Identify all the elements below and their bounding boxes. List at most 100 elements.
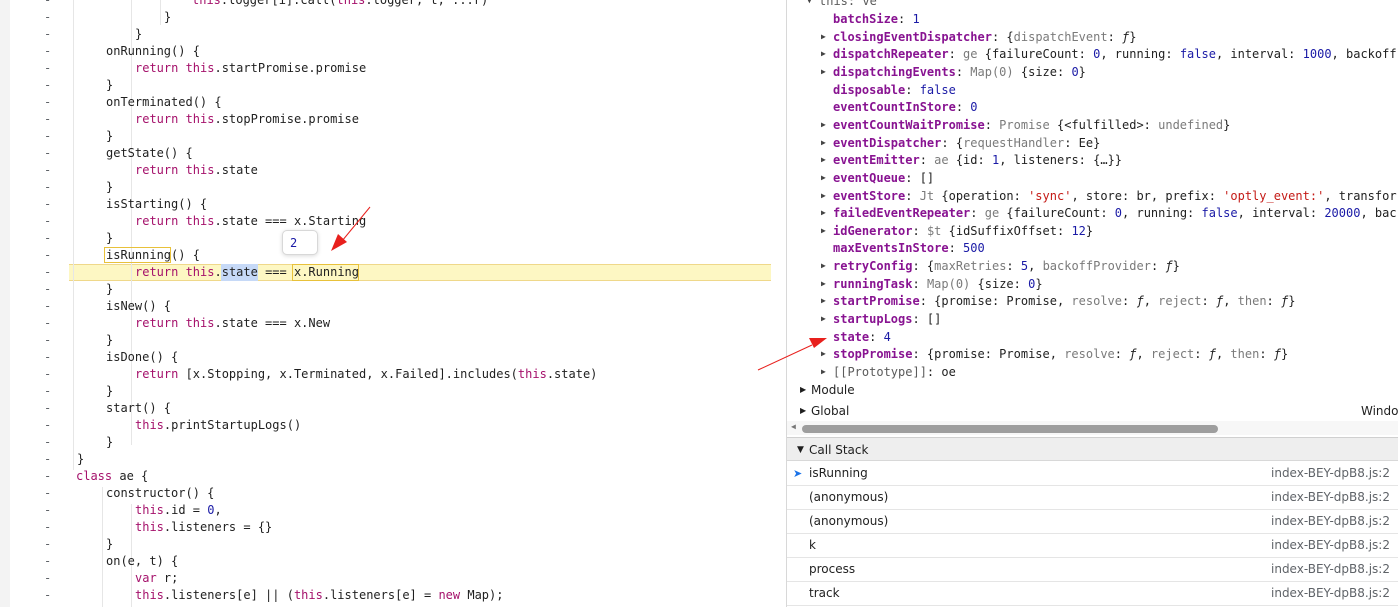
code-line[interactable]: - isDone() { bbox=[0, 349, 771, 366]
code-line[interactable]: -} bbox=[0, 332, 771, 349]
frame-location-link[interactable]: index-BEY-dpB8.js:2 bbox=[1271, 558, 1390, 581]
line-gutter-mark[interactable]: - bbox=[44, 0, 51, 9]
line-gutter-mark[interactable]: - bbox=[44, 570, 51, 587]
code-line[interactable]: - onRunning() { bbox=[0, 43, 771, 60]
call-stack-frame[interactable]: track index-BEY-dpB8.js:2 bbox=[787, 582, 1398, 606]
call-stack-frame[interactable]: ➤ isRunning index-BEY-dpB8.js:2 bbox=[787, 462, 1398, 486]
code-line[interactable]: -} bbox=[0, 128, 771, 145]
triangle-right-icon[interactable]: ▶ bbox=[821, 204, 826, 222]
code-line[interactable]: - this.logger[i].call(this.logger, t, ...… bbox=[0, 0, 771, 9]
line-gutter-mark[interactable]: - bbox=[44, 349, 51, 366]
code-line[interactable]: - return this.startPromise.promise bbox=[0, 60, 771, 77]
code-line[interactable]: - var r; bbox=[0, 570, 771, 587]
triangle-right-icon[interactable]: ▶ bbox=[821, 187, 826, 205]
code-line[interactable]: - return this.stopPromise.promise bbox=[0, 111, 771, 128]
line-gutter-mark[interactable]: - bbox=[44, 264, 51, 281]
triangle-right-icon[interactable]: ▶ bbox=[821, 63, 826, 81]
line-gutter-mark[interactable]: - bbox=[44, 587, 51, 604]
triangle-right-icon[interactable]: ▶ bbox=[821, 275, 826, 293]
code-line[interactable]: -} bbox=[0, 26, 771, 43]
frame-location-link[interactable]: index-BEY-dpB8.js:2 bbox=[1271, 510, 1390, 533]
call-stack-frame[interactable]: process index-BEY-dpB8.js:2 bbox=[787, 558, 1398, 582]
triangle-right-icon[interactable]: ▶ bbox=[800, 380, 806, 400]
triangle-right-icon[interactable]: ▶ bbox=[821, 151, 826, 169]
line-gutter-mark[interactable]: - bbox=[44, 502, 51, 519]
line-gutter-mark[interactable]: - bbox=[44, 485, 51, 502]
code-line[interactable]: - return this.state === x.Running bbox=[0, 264, 771, 281]
triangle-right-icon[interactable]: ▶ bbox=[821, 222, 826, 240]
triangle-down-icon[interactable]: ▼ bbox=[797, 438, 804, 462]
code-line[interactable]: - isNew() { bbox=[0, 298, 771, 315]
line-gutter-mark[interactable]: - bbox=[44, 281, 51, 298]
code-line[interactable]: - this.printStartupLogs() bbox=[0, 417, 771, 434]
triangle-right-icon[interactable]: ▶ bbox=[821, 257, 826, 275]
scroll-left-icon[interactable]: ◀ bbox=[791, 422, 796, 431]
line-gutter-mark[interactable]: - bbox=[44, 315, 51, 332]
line-gutter-mark[interactable]: - bbox=[44, 145, 51, 162]
triangle-right-icon[interactable]: ▶ bbox=[821, 345, 826, 363]
triangle-right-icon[interactable]: ▶ bbox=[821, 363, 826, 381]
call-stack-frame[interactable]: k index-BEY-dpB8.js:2 bbox=[787, 534, 1398, 558]
line-gutter-mark[interactable]: - bbox=[44, 60, 51, 77]
line-gutter-mark[interactable]: - bbox=[44, 213, 51, 230]
triangle-right-icon[interactable]: ▶ bbox=[821, 292, 826, 310]
code-line[interactable]: -} bbox=[0, 281, 771, 298]
code-line[interactable]: - return this.state === x.Starting bbox=[0, 213, 771, 230]
code-line[interactable]: -} bbox=[0, 9, 771, 26]
line-gutter-mark[interactable]: - bbox=[44, 553, 51, 570]
triangle-right-icon[interactable]: ▶ bbox=[800, 401, 806, 421]
line-gutter-mark[interactable]: - bbox=[44, 247, 51, 264]
code-line[interactable]: - return this.state bbox=[0, 162, 771, 179]
code-line[interactable]: -} bbox=[0, 179, 771, 196]
code-line[interactable]: -} bbox=[0, 230, 771, 247]
line-gutter-mark[interactable]: - bbox=[44, 162, 51, 179]
pane-splitter[interactable] bbox=[771, 0, 787, 607]
code-line[interactable]: - constructor() { bbox=[0, 485, 771, 502]
triangle-down-icon[interactable]: ▼ bbox=[807, 0, 812, 10]
line-gutter-mark[interactable]: - bbox=[44, 77, 51, 94]
line-gutter-mark[interactable]: - bbox=[44, 298, 51, 315]
line-gutter-mark[interactable]: - bbox=[44, 366, 51, 383]
call-stack-frame[interactable]: (anonymous) index-BEY-dpB8.js:2 bbox=[787, 510, 1398, 534]
triangle-right-icon[interactable]: ▶ bbox=[821, 310, 826, 328]
line-gutter-mark[interactable]: - bbox=[44, 451, 51, 468]
frame-location-link[interactable]: index-BEY-dpB8.js:2 bbox=[1271, 462, 1390, 485]
code-line[interactable]: -} bbox=[0, 536, 771, 553]
horizontal-scrollbar-thumb[interactable] bbox=[802, 425, 1218, 433]
frame-location-link[interactable]: index-BEY-dpB8.js:2 bbox=[1271, 582, 1390, 605]
code-line[interactable]: -} bbox=[0, 434, 771, 451]
line-gutter-mark[interactable]: - bbox=[44, 536, 51, 553]
line-gutter-mark[interactable]: - bbox=[44, 43, 51, 60]
code-line[interactable]: -} bbox=[0, 77, 771, 94]
line-gutter-mark[interactable]: - bbox=[44, 230, 51, 247]
source-code-pane[interactable]: - this.logger[i].call(this.logger, t, ...… bbox=[0, 0, 771, 607]
frame-location-link[interactable]: index-BEY-dpB8.js:2 bbox=[1271, 534, 1390, 557]
code-line[interactable]: - return this.state === x.New bbox=[0, 315, 771, 332]
frame-location-link[interactable]: index-BEY-dpB8.js:2 bbox=[1271, 486, 1390, 509]
line-gutter-mark[interactable]: - bbox=[44, 519, 51, 536]
triangle-right-icon[interactable]: ▶ bbox=[821, 134, 826, 152]
line-gutter-mark[interactable]: - bbox=[44, 9, 51, 26]
triangle-right-icon[interactable]: ▶ bbox=[821, 28, 826, 46]
code-line[interactable]: - this.id = 0, bbox=[0, 502, 771, 519]
scope-global[interactable]: ▶ Global Windo bbox=[787, 401, 1398, 421]
call-stack-frame[interactable]: (anonymous) index-BEY-dpB8.js:2 bbox=[787, 486, 1398, 510]
code-line[interactable]: - on(e, t) { bbox=[0, 553, 771, 570]
line-gutter-mark[interactable]: - bbox=[44, 196, 51, 213]
line-gutter-mark[interactable]: - bbox=[44, 417, 51, 434]
code-line[interactable]: - this.listeners[e] || (this.listeners[e]… bbox=[0, 587, 771, 604]
code-line[interactable]: - return [x.Stopping, x.Terminated, x.Fai… bbox=[0, 366, 771, 383]
line-gutter-mark[interactable]: - bbox=[44, 128, 51, 145]
line-gutter-mark[interactable]: - bbox=[44, 179, 51, 196]
line-gutter-mark[interactable]: - bbox=[44, 400, 51, 417]
code-line[interactable]: - getState() { bbox=[0, 145, 771, 162]
triangle-right-icon[interactable]: ▶ bbox=[821, 45, 826, 63]
code-line[interactable]: - onTerminated() { bbox=[0, 94, 771, 111]
code-line[interactable]: - start() { bbox=[0, 400, 771, 417]
line-gutter-mark[interactable]: - bbox=[44, 94, 51, 111]
code-line[interactable]: - this.listeners = {} bbox=[0, 519, 771, 536]
triangle-right-icon[interactable]: ▶ bbox=[821, 116, 826, 134]
line-gutter-mark[interactable]: - bbox=[44, 26, 51, 43]
code-line[interactable]: - class ae { bbox=[0, 468, 771, 485]
code-line[interactable]: - isRunning() { bbox=[0, 247, 771, 264]
